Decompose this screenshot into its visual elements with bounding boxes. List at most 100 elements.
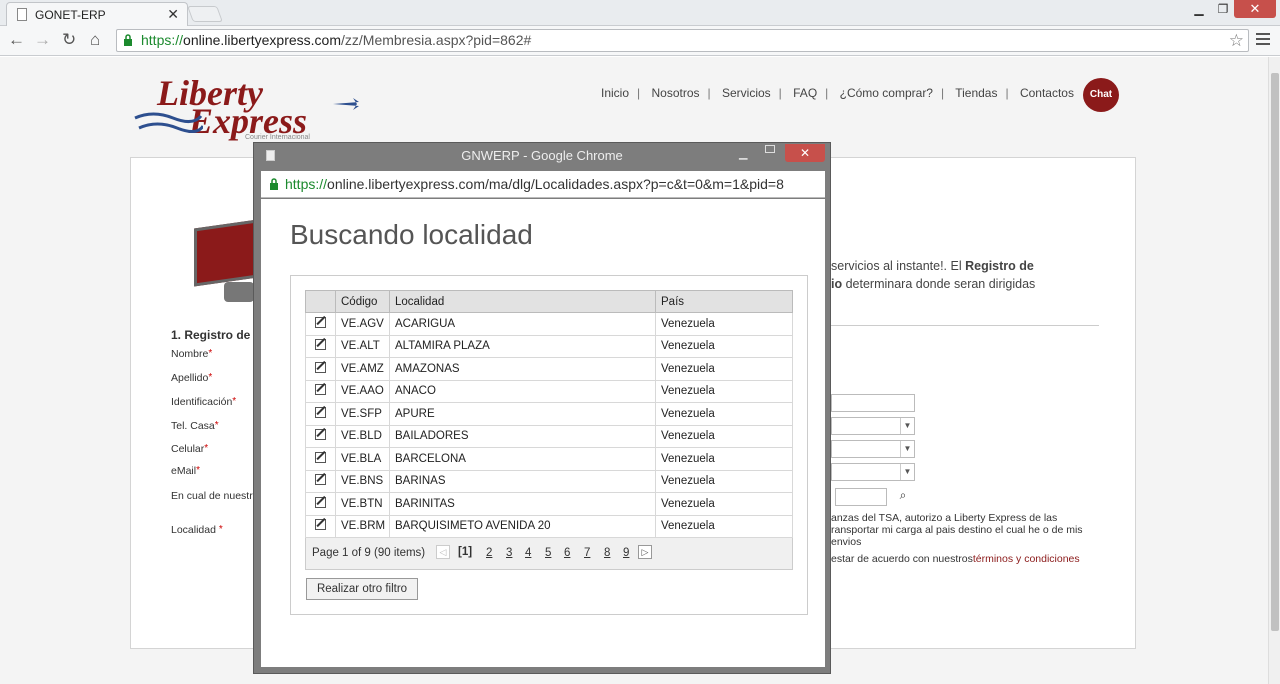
select-row-cell[interactable] <box>305 380 336 403</box>
edit-select-icon[interactable] <box>315 519 326 531</box>
page-link-6[interactable]: 6 <box>564 547 570 559</box>
label-tel-casa: Tel. Casa* <box>171 420 219 432</box>
identificacion-input[interactable] <box>831 394 915 412</box>
table-row[interactable]: VE.AMZ AMAZONAS Venezuela <box>305 357 793 381</box>
cell-pais: Venezuela <box>655 402 793 426</box>
column-header-pais[interactable]: País <box>655 290 793 313</box>
logo-tagline: Courier Internacional <box>245 134 310 141</box>
cell-codigo: VE.AGV <box>335 312 390 336</box>
page-link-5[interactable]: 5 <box>545 547 551 559</box>
back-icon[interactable]: ← <box>8 30 25 50</box>
edit-select-icon[interactable] <box>315 451 326 463</box>
minimize-window-icon[interactable]: ▁ <box>1186 2 1212 16</box>
select-row-cell[interactable] <box>305 425 336 448</box>
table-row[interactable]: VE.BTN BARINITAS Venezuela <box>305 492 793 516</box>
select-row-cell[interactable] <box>305 335 336 358</box>
page-link-8[interactable]: 8 <box>604 547 610 559</box>
terms-link[interactable]: términos y condiciones <box>973 553 1080 565</box>
address-bar[interactable]: https://online.libertyexpress.com/zz/Mem… <box>116 29 1249 52</box>
popup-maximize-icon[interactable] <box>765 145 775 153</box>
main-nav: Inicio | Nosotros | Servicios | FAQ | ¿Cómo … <box>601 86 1074 100</box>
edit-select-icon[interactable] <box>315 361 326 373</box>
nav-faq[interactable]: FAQ <box>793 86 817 100</box>
label-tienda: En cual de nuestra <box>171 490 259 502</box>
restore-window-icon[interactable]: ❐ <box>1210 2 1236 16</box>
tel-casa-select[interactable]: ▼ <box>831 417 915 435</box>
select-row-cell[interactable] <box>305 357 336 381</box>
nav-servicios[interactable]: Servicios <box>722 86 771 100</box>
celular-select[interactable]: ▼ <box>831 440 915 458</box>
nav-tiendas[interactable]: Tiendas <box>955 86 997 100</box>
chevron-down-icon: ▼ <box>900 464 914 480</box>
cell-codigo: VE.ALT <box>335 335 390 358</box>
cell-localidad: ACARIGUA <box>389 312 656 336</box>
liberty-express-logo[interactable]: Liberty Express Courier Internacional <box>133 72 363 142</box>
close-window-icon[interactable]: ✕ <box>1234 0 1276 18</box>
terms-consent: estar de acuerdo con nuestrostérminos y … <box>831 553 1080 565</box>
select-row-cell[interactable] <box>305 470 336 493</box>
scrollbar-thumb[interactable] <box>1271 73 1279 631</box>
next-page-icon[interactable]: ▷ <box>638 545 652 559</box>
table-row[interactable]: VE.BNS BARINAS Venezuela <box>305 470 793 493</box>
table-row[interactable]: VE.BRM BARQUISIMETO AVENIDA 20 Venezuela <box>305 515 793 538</box>
select-row-cell[interactable] <box>305 492 336 516</box>
column-header-codigo[interactable]: Código <box>335 290 390 313</box>
intro-text: servicios al instante!. El Registro de io… <box>831 259 1036 291</box>
popup-address-bar[interactable]: https://online.libertyexpress.com/ma/dlg… <box>261 171 825 198</box>
home-icon[interactable]: ⌂ <box>90 30 100 50</box>
cell-localidad: AMAZONAS <box>389 357 656 381</box>
edit-select-icon[interactable] <box>315 384 326 396</box>
reload-icon[interactable]: ↻ <box>62 30 76 50</box>
table-row[interactable]: VE.AAO ANACO Venezuela <box>305 380 793 403</box>
page-link-3[interactable]: 3 <box>506 547 512 559</box>
nav-inicio[interactable]: Inicio <box>601 86 629 100</box>
localidad-code-input[interactable] <box>835 488 887 506</box>
cell-codigo: VE.SFP <box>335 402 390 426</box>
select-row-cell[interactable] <box>305 312 336 336</box>
page-link-9[interactable]: 9 <box>623 547 629 559</box>
new-tab-button[interactable] <box>187 6 223 22</box>
page-scrollbar[interactable] <box>1268 57 1280 684</box>
edit-select-icon[interactable] <box>315 429 326 441</box>
browser-toolbar: ← → ↻ ⌂ https://online.libertyexpress.co… <box>0 26 1280 56</box>
popup-page-icon <box>266 150 275 161</box>
nav-nosotros[interactable]: Nosotros <box>651 86 699 100</box>
edit-select-icon[interactable] <box>315 339 326 351</box>
chat-button[interactable]: Chat <box>1083 78 1119 112</box>
nav-como-comprar[interactable]: ¿Cómo comprar? <box>840 86 933 100</box>
edit-select-icon[interactable] <box>315 316 326 328</box>
select-row-cell[interactable] <box>305 515 336 538</box>
table-row[interactable]: VE.BLA BARCELONA Venezuela <box>305 447 793 471</box>
refilter-button[interactable]: Realizar otro filtro <box>306 578 418 600</box>
page-link-4[interactable]: 4 <box>525 547 531 559</box>
column-header-localidad[interactable]: Localidad <box>389 290 656 313</box>
lock-icon <box>270 178 278 190</box>
label-identificacion: Identificación* <box>171 396 237 408</box>
edit-select-icon[interactable] <box>315 496 326 508</box>
select-row-cell[interactable] <box>305 447 336 471</box>
browser-tab[interactable]: GONET-ERP ✕ <box>6 2 188 26</box>
pager: Page 1 of 9 (90 items) ◁ [1] 2 3 4 5 6 7… <box>305 538 793 570</box>
table-row[interactable]: VE.AGV ACARIGUA Venezuela <box>305 312 793 336</box>
cell-localidad: ANACO <box>389 380 656 403</box>
popup-minimize-icon[interactable]: ▁ <box>739 147 747 160</box>
nav-contactos[interactable]: Contactos <box>1020 86 1074 100</box>
prev-page-icon[interactable]: ◁ <box>436 545 450 559</box>
bookmark-star-icon[interactable]: ☆ <box>1229 30 1244 51</box>
page-link-7[interactable]: 7 <box>584 547 590 559</box>
popup-close-icon[interactable]: ✕ <box>785 144 825 162</box>
table-row[interactable]: VE.BLD BAILADORES Venezuela <box>305 425 793 448</box>
forward-icon[interactable]: → <box>34 30 51 50</box>
select-row-cell[interactable] <box>305 402 336 426</box>
page-link-2[interactable]: 2 <box>486 547 492 559</box>
table-row[interactable]: VE.ALT ALTAMIRA PLAZA Venezuela <box>305 335 793 358</box>
edit-select-icon[interactable] <box>315 406 326 418</box>
email-select[interactable]: ▼ <box>831 463 915 481</box>
chrome-menu-icon[interactable] <box>1256 33 1270 48</box>
label-apellido: Apellido* <box>171 372 213 384</box>
search-icon[interactable]: ⌕ <box>893 488 913 506</box>
label-localidad: Localidad * <box>171 524 223 536</box>
table-row[interactable]: VE.SFP APURE Venezuela <box>305 402 793 426</box>
close-tab-icon[interactable]: ✕ <box>167 6 179 23</box>
edit-select-icon[interactable] <box>315 474 326 486</box>
